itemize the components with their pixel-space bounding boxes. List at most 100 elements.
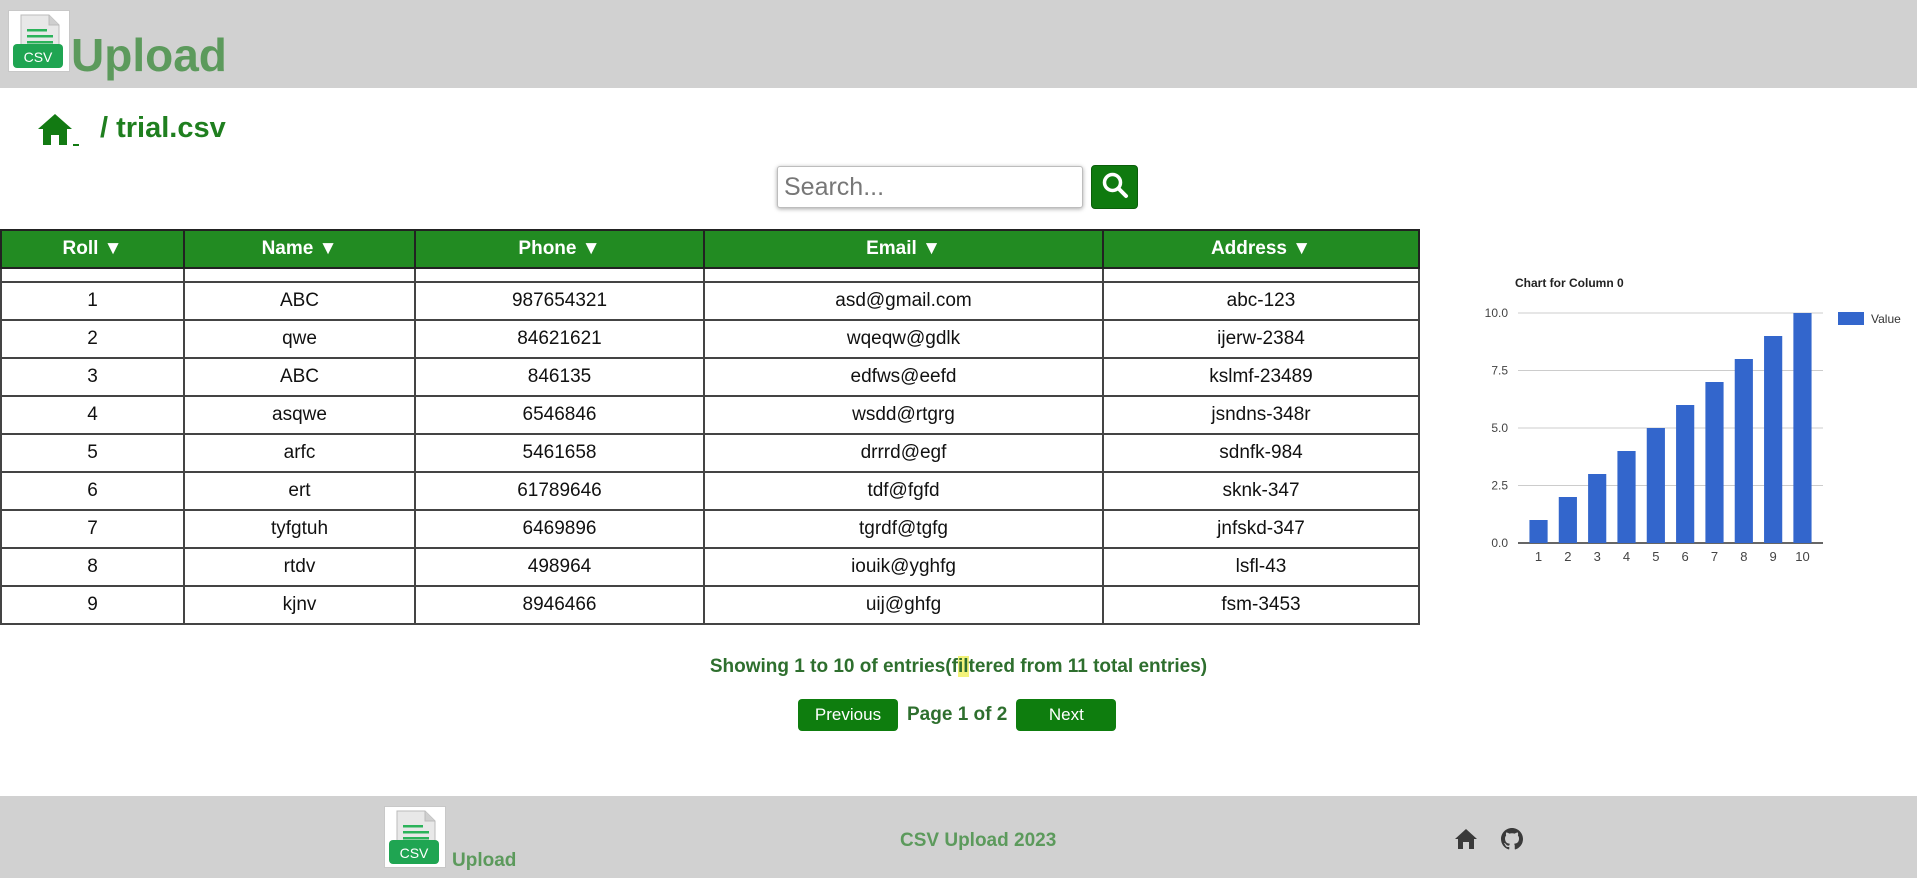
entries-info: Showing 1 to 10 of entries(filtered from… [0, 656, 1917, 678]
github-icon[interactable] [1499, 826, 1525, 852]
y-tick-label: 10.0 [1485, 306, 1509, 320]
chart-title: Chart for Column 0 [1515, 276, 1624, 290]
csv-file-icon[interactable]: CSV [384, 806, 446, 868]
chart-bar[interactable] [1646, 428, 1665, 543]
column-header-roll[interactable]: Roll ▼ [0, 229, 185, 269]
x-tick-label: 8 [1740, 549, 1747, 564]
chart-bar[interactable] [1793, 313, 1812, 543]
chart-bar[interactable] [1705, 382, 1724, 543]
cell-phone: 846135 [414, 357, 705, 397]
home-icon[interactable] [1453, 826, 1479, 852]
table-row: 7 tyfgtuh 6469896 tgrdf@tgfg jnfskd-347 [0, 509, 1420, 549]
chart-bar[interactable] [1734, 359, 1753, 543]
table-spacer-cell [1102, 267, 1420, 283]
cell-phone: 5461658 [414, 433, 705, 473]
chart-bar[interactable] [1676, 405, 1695, 543]
cell-phone: 84621621 [414, 319, 705, 359]
cell-name: ABC [183, 357, 416, 397]
next-button[interactable]: Next [1016, 699, 1117, 731]
cell-name: arfc [183, 433, 416, 473]
table-body: 1 ABC 987654321 asd@gmail.com abc-123 2 qwe 846… [0, 281, 1420, 625]
search-icon [1101, 171, 1129, 204]
search-button[interactable] [1091, 165, 1138, 209]
legend-label: Value [1871, 312, 1901, 326]
cell-name: ABC [183, 281, 416, 321]
cell-email: asd@gmail.com [703, 281, 1104, 321]
column-header-email[interactable]: Email ▼ [703, 229, 1104, 269]
cell-email: wsdd@rtgrg [703, 395, 1104, 435]
page-label: Page 1 of 2 [907, 704, 1008, 725]
cell-email: wqeqw@gdlk [703, 319, 1104, 359]
cell-phone: 6469896 [414, 509, 705, 549]
cell-address: sknk-347 [1102, 471, 1420, 511]
cell-address: jnfskd-347 [1102, 509, 1420, 549]
table-row: 3 ABC 846135 edfws@eefd kslmf-23489 [0, 357, 1420, 397]
column-header-address[interactable]: Address ▼ [1102, 229, 1420, 269]
chart-bar[interactable] [1529, 520, 1548, 543]
cell-email: tdf@fgfd [703, 471, 1104, 511]
cell-address: lsfl-43 [1102, 547, 1420, 587]
y-tick-label: 2.5 [1491, 479, 1508, 493]
x-tick-label: 6 [1682, 549, 1689, 564]
cell-roll: 8 [0, 547, 185, 587]
csv-file-icon[interactable]: CSV [8, 10, 70, 72]
x-tick-label: 4 [1623, 549, 1630, 564]
footer-logo-text: CSV [400, 845, 429, 861]
x-tick-label: 10 [1795, 549, 1809, 564]
table-spacer-row [0, 267, 1420, 283]
x-tick-label: 1 [1535, 549, 1542, 564]
cell-name: rtdv [183, 547, 416, 587]
chart-bar[interactable] [1617, 451, 1636, 543]
home-icon[interactable] [36, 108, 82, 148]
cell-name: qwe [183, 319, 416, 359]
cell-address: kslmf-23489 [1102, 357, 1420, 397]
cell-roll: 5 [0, 433, 185, 473]
footer-brand[interactable]: Upload [452, 850, 516, 872]
column-header-name[interactable]: Name ▼ [183, 229, 416, 269]
chart-x-ticks: 1 2 3 4 5 6 7 8 9 10 [1535, 549, 1810, 564]
table-row: 9 kjnv 8946466 uij@ghfg fsm-3453 [0, 585, 1420, 625]
cell-roll: 1 [0, 281, 185, 321]
cell-phone: 61789646 [414, 471, 705, 511]
brand-title[interactable]: Upload [71, 28, 227, 82]
table-header-row: Roll ▼ Name ▼ Phone ▼ Email ▼ Address ▼ [0, 229, 1420, 269]
x-tick-label: 2 [1564, 549, 1571, 564]
legend-swatch [1838, 312, 1864, 325]
cell-email: uij@ghfg [703, 585, 1104, 625]
column-header-phone[interactable]: Phone ▼ [414, 229, 705, 269]
footer-copyright: CSV Upload 2023 [900, 830, 1057, 851]
table-spacer-cell [0, 267, 185, 283]
previous-button[interactable]: Previous [798, 699, 898, 731]
cell-name: ert [183, 471, 416, 511]
cell-address: jsndns-348r [1102, 395, 1420, 435]
table-row: 4 asqwe 6546846 wsdd@rtgrg jsndns-348r [0, 395, 1420, 435]
x-tick-label: 9 [1770, 549, 1777, 564]
x-tick-label: 7 [1711, 549, 1718, 564]
cell-address: abc-123 [1102, 281, 1420, 321]
chart-bar[interactable] [1764, 336, 1783, 543]
search-input[interactable] [777, 166, 1083, 208]
cell-email: edfws@eefd [703, 357, 1104, 397]
cell-roll: 2 [0, 319, 185, 359]
logo-text: CSV [24, 49, 53, 65]
cell-phone: 8946466 [414, 585, 705, 625]
table-row: 1 ABC 987654321 asd@gmail.com abc-123 [0, 281, 1420, 321]
y-tick-label: 7.5 [1491, 364, 1508, 378]
cell-email: drrrd@egf [703, 433, 1104, 473]
table-row: 8 rtdv 498964 iouik@yghfg lsfl-43 [0, 547, 1420, 587]
footer: CSV Upload CSV Upload 2023 [0, 796, 1917, 878]
cell-roll: 4 [0, 395, 185, 435]
cell-name: kjnv [183, 585, 416, 625]
table-row: 2 qwe 84621621 wqeqw@gdlk ijerw-2384 [0, 319, 1420, 359]
chart-bar[interactable] [1588, 474, 1607, 543]
header: CSV Upload [0, 0, 1917, 88]
cell-email: tgrdf@tgfg [703, 509, 1104, 549]
x-tick-label: 5 [1652, 549, 1659, 564]
cell-name: tyfgtuh [183, 509, 416, 549]
entries-info-highlight: il [957, 656, 969, 677]
table-spacer-cell [703, 267, 1104, 283]
pagination: Previous Page 1 of 2 Next [798, 699, 1117, 731]
breadcrumb-path[interactable]: / trial.csv [100, 108, 226, 148]
chart-bar[interactable] [1558, 497, 1577, 543]
cell-address: sdnfk-984 [1102, 433, 1420, 473]
